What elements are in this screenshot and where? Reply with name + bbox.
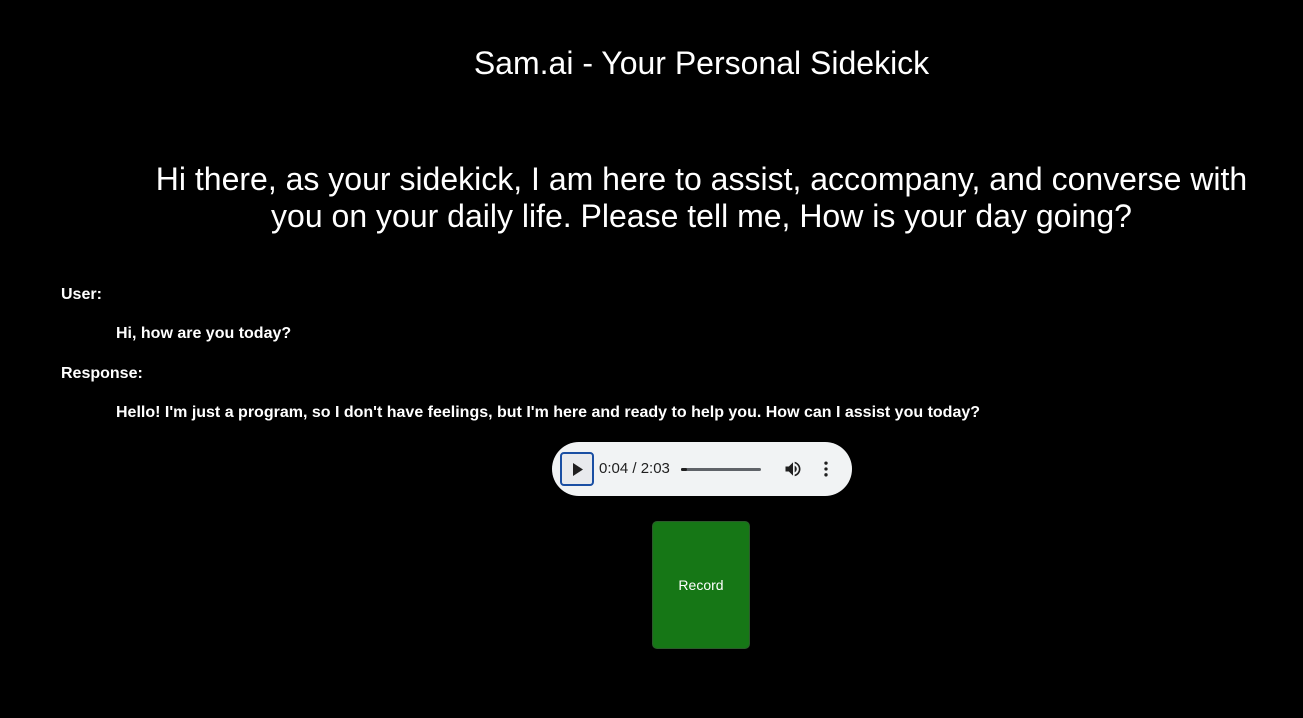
volume-icon: [785, 461, 801, 477]
page-title: Sam.ai - Your Personal Sidekick: [473, 45, 930, 81]
response-label: Response:: [61, 365, 143, 382]
volume-button[interactable]: [783, 459, 803, 479]
user-label: User:: [61, 286, 102, 303]
greeting-message: Hi there, as your sidekick, I am here to…: [155, 161, 1248, 234]
response-message: Hello! I'm just a program, so I don't ha…: [116, 404, 981, 421]
more-options-button[interactable]: [816, 459, 836, 479]
more-vert-icon: [824, 461, 828, 477]
time-display: 0:04 / 2:03: [599, 460, 670, 477]
audio-player: 0:04 / 2:03: [552, 442, 852, 496]
seek-bar[interactable]: [681, 468, 761, 471]
record-button[interactable]: Record: [652, 521, 750, 649]
play-icon: [573, 463, 583, 476]
user-message: Hi, how are you today?: [116, 325, 292, 342]
seek-progress: [681, 468, 687, 471]
play-button[interactable]: [560, 452, 594, 486]
